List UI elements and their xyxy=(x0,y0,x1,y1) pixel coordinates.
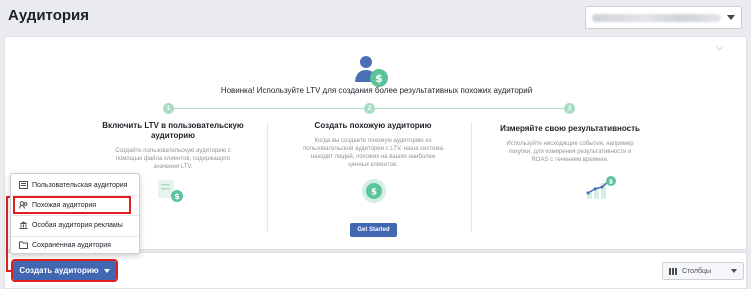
step-2-title: Создать похожую аудиторию xyxy=(314,121,432,130)
create-audience-menu: Пользовательская аудитория Похожая аудит… xyxy=(10,173,140,254)
menu-item-label: Сохраненная аудитория xyxy=(32,241,111,249)
results-chart-icon: $ xyxy=(586,176,616,199)
menu-item-saved-audience[interactable]: Сохраненная аудитория xyxy=(15,238,137,252)
lookalike-audience-icon xyxy=(19,201,28,210)
menu-item-custom-audience[interactable]: Пользовательская аудитория xyxy=(15,178,137,192)
caret-down-icon xyxy=(731,269,737,273)
step-2-column: Создать похожую аудиторию Когда вы созда… xyxy=(293,121,453,169)
menu-divider xyxy=(11,236,139,237)
menu-item-special-ad-audience[interactable]: Особая аудитория рекламы xyxy=(15,218,137,232)
step-3-column: Измеряйте свою результативность Использу… xyxy=(489,121,651,164)
lookalike-dollar-icon: $ xyxy=(362,179,386,203)
create-audience-label: Создать аудиторию xyxy=(19,266,99,275)
menu-divider xyxy=(11,195,139,196)
menu-item-label: Пользовательская аудитория xyxy=(32,181,128,189)
step-3-badge: 3 xyxy=(564,103,575,114)
page-title: Аудитория xyxy=(8,7,89,24)
svg-text:$: $ xyxy=(609,179,613,186)
columns-button[interactable]: Столбцы xyxy=(662,262,744,280)
customer-file-icon: $ xyxy=(158,180,183,202)
menu-item-label: Особая аудитория рекламы xyxy=(32,221,123,229)
account-select[interactable] xyxy=(585,6,742,29)
column-divider xyxy=(471,122,472,232)
step-1-description: Создайте пользовательскую аудиторию с по… xyxy=(115,148,231,170)
caret-down-icon xyxy=(103,268,110,273)
special-ad-audience-icon xyxy=(19,221,28,230)
step-3-description: Используйте нисходящие события, например… xyxy=(506,141,634,163)
account-name-blurred xyxy=(592,13,721,22)
menu-divider xyxy=(11,215,139,216)
svg-text:$: $ xyxy=(174,192,180,201)
step-1-column: Включить LTV в пользовательскую аудитори… xyxy=(98,121,248,171)
menu-item-label: Похожая аудитория xyxy=(32,201,97,209)
step-2-description: Когда вы создаете похожую аудиторию из п… xyxy=(303,138,443,168)
step-3-title: Измеряйте свою результативность xyxy=(500,124,640,133)
menu-item-lookalike-audience[interactable]: Похожая аудитория xyxy=(13,196,131,214)
columns-icon xyxy=(669,267,677,275)
promo-headline: Новинка! Используйте LTV для создания бо… xyxy=(220,86,533,95)
saved-audience-icon xyxy=(19,241,28,250)
svg-text:$: $ xyxy=(371,188,377,198)
create-audience-button[interactable]: Создать аудиторию xyxy=(11,259,118,282)
svg-text:$: $ xyxy=(375,72,383,85)
column-divider xyxy=(267,122,268,232)
custom-audience-icon xyxy=(19,181,28,190)
step-1-title: Включить LTV в пользовательскую аудитори… xyxy=(102,121,244,140)
collapse-chevron-icon[interactable]: ⌵ xyxy=(716,43,724,52)
step-1-badge: 1 xyxy=(163,103,174,114)
get-started-button[interactable]: Get Started xyxy=(350,223,397,237)
step-2-badge: 2 xyxy=(364,103,375,114)
columns-label: Столбцы xyxy=(682,267,712,275)
chevron-down-icon xyxy=(727,15,735,20)
